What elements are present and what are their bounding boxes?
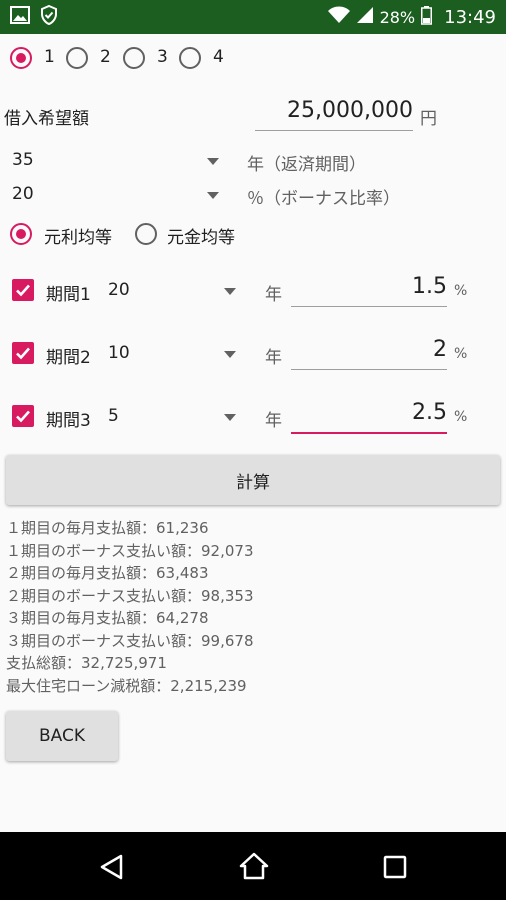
back-nav-icon[interactable] bbox=[99, 854, 125, 880]
wifi-icon bbox=[327, 6, 350, 28]
pattern-radio-3[interactable] bbox=[123, 47, 145, 69]
period-3-rate-underline bbox=[291, 432, 447, 434]
bonus-dropdown-arrow-icon[interactable] bbox=[207, 192, 219, 199]
period-3-rate-input[interactable]: 2.5 bbox=[291, 400, 447, 425]
method-radio-equal-principal-label: 元金均等 bbox=[167, 228, 235, 248]
shield-icon bbox=[40, 4, 58, 29]
period-2-dropdown-arrow-icon[interactable] bbox=[224, 351, 236, 358]
period-3-label: 期間3 bbox=[46, 411, 91, 431]
term-spinner[interactable]: 35 bbox=[12, 150, 34, 170]
calculate-button[interactable]: 計算 bbox=[6, 455, 500, 505]
check-icon bbox=[16, 284, 30, 297]
period-3-years-spinner[interactable]: 5 bbox=[108, 406, 119, 426]
signal-icon bbox=[356, 6, 374, 28]
term-dropdown-arrow-icon[interactable] bbox=[207, 158, 219, 165]
image-icon bbox=[10, 6, 30, 28]
method-radio-equal-payment-label: 元利均等 bbox=[44, 228, 112, 248]
period-3-checkbox[interactable] bbox=[12, 405, 34, 427]
status-bar: 28% 13:49 bbox=[0, 0, 506, 34]
bonus-spinner[interactable]: 20 bbox=[12, 184, 34, 204]
home-nav-icon[interactable] bbox=[239, 852, 269, 880]
period-2-rate-input[interactable]: 2 bbox=[291, 337, 447, 362]
period-2-year-unit: 年 bbox=[265, 348, 282, 368]
result-line: ３期目の毎月支払額：64,278 bbox=[6, 609, 209, 627]
pattern-radio-4[interactable] bbox=[179, 47, 201, 69]
clock: 13:49 bbox=[444, 6, 496, 28]
period-1-checkbox[interactable] bbox=[12, 279, 34, 301]
loan-amount-input[interactable]: 25,000,000 bbox=[255, 98, 413, 123]
result-line: １期目の毎月支払額：61,236 bbox=[6, 519, 209, 537]
period-2-rate-underline bbox=[291, 369, 447, 370]
period-1-rate-underline bbox=[291, 306, 447, 307]
pattern-radio-1[interactable] bbox=[10, 47, 32, 69]
method-radio-equal-payment[interactable] bbox=[10, 223, 32, 245]
period-2-checkbox[interactable] bbox=[12, 342, 34, 364]
navigation-bar bbox=[0, 832, 506, 900]
pattern-radio-2[interactable] bbox=[66, 47, 88, 69]
period-2-label: 期間2 bbox=[46, 348, 91, 368]
method-radio-equal-principal[interactable] bbox=[135, 223, 157, 245]
result-line: １期目のボーナス支払い額：92,073 bbox=[6, 541, 254, 560]
result-line: 最大住宅ローン減税額：2,215,239 bbox=[6, 676, 247, 695]
period-3-dropdown-arrow-icon[interactable] bbox=[224, 414, 236, 421]
period-3-rate-unit: % bbox=[454, 409, 468, 425]
result-line: ２期目の毎月支払額：63,483 bbox=[6, 564, 209, 582]
result-line: ３期目のボーナス支払い額：99,678 bbox=[6, 631, 254, 650]
loan-amount-unit: 円 bbox=[420, 109, 437, 129]
pattern-radio-4-label: 4 bbox=[213, 47, 224, 67]
period-1-label: 期間1 bbox=[46, 285, 91, 305]
period-1-years-spinner[interactable]: 20 bbox=[108, 280, 130, 300]
period-1-year-unit: 年 bbox=[265, 285, 282, 305]
battery-level: 28% bbox=[379, 7, 416, 27]
recents-nav-icon[interactable] bbox=[383, 855, 407, 879]
result-line: ２期目のボーナス支払い額：98,353 bbox=[6, 586, 254, 605]
period-1-dropdown-arrow-icon[interactable] bbox=[224, 288, 236, 295]
period-1-rate-unit: % bbox=[454, 283, 468, 299]
period-2-years-spinner[interactable]: 10 bbox=[108, 343, 130, 363]
pattern-radio-3-label: 3 bbox=[157, 47, 168, 67]
period-1-rate-input[interactable]: 1.5 bbox=[291, 274, 447, 299]
period-2-rate-unit: % bbox=[454, 346, 468, 362]
pattern-radio-2-label: 2 bbox=[100, 47, 111, 67]
loan-amount-underline bbox=[255, 130, 413, 131]
loan-amount-label: 借入希望額 bbox=[4, 109, 89, 129]
battery-icon bbox=[421, 5, 433, 29]
results-list: １期目の毎月支払額：61,236 １期目のボーナス支払い額：92,073 ２期目… bbox=[6, 517, 254, 697]
check-icon bbox=[16, 347, 30, 360]
check-icon bbox=[16, 410, 30, 423]
back-button[interactable]: BACK bbox=[6, 711, 118, 761]
calculator-screen: 1 2 3 4 借入希望額 25,000,000 円 35 年（返済期間） 20… bbox=[0, 34, 506, 832]
period-3-year-unit: 年 bbox=[265, 411, 282, 431]
pattern-radio-1-label: 1 bbox=[44, 47, 55, 67]
term-label: 年（返済期間） bbox=[247, 155, 366, 175]
result-line: 支払総額：32,725,971 bbox=[6, 654, 167, 672]
bonus-label: ％（ボーナス比率） bbox=[247, 189, 400, 209]
